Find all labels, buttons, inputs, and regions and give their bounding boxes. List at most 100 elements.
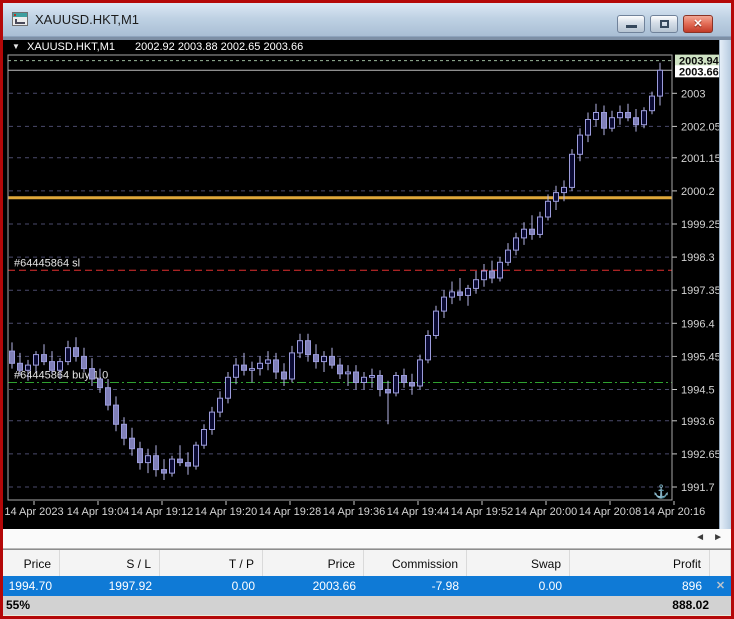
candle-body — [66, 348, 71, 362]
chart-window-icon — [12, 12, 28, 26]
column-header-sl[interactable]: S / L — [60, 550, 160, 576]
time-tick-label: 14 Apr 19:20 — [195, 506, 257, 518]
scroll-left-icon[interactable]: ◄ — [695, 532, 705, 543]
candle-body — [506, 250, 511, 262]
time-axis: 14 Apr 202314 Apr 19:0414 Apr 19:1214 Ap… — [4, 501, 705, 518]
candle-body — [274, 360, 279, 372]
candle-body — [322, 356, 327, 361]
restore-button[interactable] — [650, 15, 678, 33]
candle-body — [658, 70, 663, 96]
price-axis: 20032002.052001.152000.21999.251998.3199… — [672, 88, 720, 494]
candle-body — [482, 271, 487, 280]
candle-body — [346, 372, 351, 374]
candle-body — [562, 187, 567, 192]
column-header-commission[interactable]: Commission — [364, 550, 467, 576]
time-tick-label: 14 Apr 19:28 — [259, 506, 321, 518]
candle-body — [82, 356, 87, 368]
candle-body — [586, 120, 591, 136]
candle-body — [618, 113, 623, 118]
candle-body — [610, 118, 615, 129]
candlestick-chart[interactable]: 20032002.052001.152000.21999.251998.3199… — [3, 40, 720, 529]
candle-body — [130, 438, 135, 449]
candle-body — [138, 449, 143, 463]
candle-body — [634, 118, 639, 125]
column-header-swap[interactable]: Swap — [467, 550, 570, 576]
candle-body — [362, 377, 367, 382]
candle-body — [26, 365, 31, 370]
price-tick-label: 1995.45 — [681, 351, 720, 363]
window-title: XAUUSD.HKT,M1 — [35, 12, 139, 27]
candle-body — [242, 365, 247, 370]
candle-body — [218, 398, 223, 412]
plot-background[interactable] — [8, 55, 672, 500]
close-position-icon[interactable]: ✕ — [710, 576, 731, 596]
restore-icon — [660, 20, 669, 28]
candle-body — [50, 362, 55, 371]
candle-body — [258, 363, 263, 368]
total-profit-label: 888.02 — [672, 598, 709, 612]
candle-body — [234, 365, 239, 377]
column-header-price-open[interactable]: Price — [3, 550, 60, 576]
column-header-empty — [710, 550, 731, 576]
candle-body — [418, 360, 423, 386]
candle-body — [442, 297, 447, 311]
candle-body — [490, 271, 495, 278]
candle-body — [474, 280, 479, 289]
price-tick-label: 2001.15 — [681, 153, 720, 165]
price-tick-label: 1994.5 — [681, 385, 715, 397]
column-header-price-current[interactable]: Price — [263, 550, 364, 576]
candle-body — [170, 459, 175, 473]
candle-body — [314, 355, 319, 362]
candle-body — [290, 353, 295, 379]
time-tick-label: 14 Apr 2023 — [4, 506, 63, 518]
candle-body — [162, 470, 167, 474]
candle-body — [114, 405, 119, 424]
price-tick-label: 1999.25 — [681, 219, 720, 231]
window-buttons: ✕ — [617, 15, 713, 33]
price-tick-label: 1996.4 — [681, 318, 715, 330]
minimize-button[interactable] — [617, 15, 645, 33]
candle-body — [602, 113, 607, 129]
candle-body — [642, 111, 647, 125]
cell-open-price: 1994.70 — [3, 576, 60, 596]
candle-body — [466, 288, 471, 295]
title-bar[interactable]: XAUUSD.HKT,M1 ✕ — [3, 3, 731, 37]
cell-profit: 896 — [570, 576, 710, 596]
close-button[interactable]: ✕ — [683, 15, 713, 33]
candle-body — [210, 412, 215, 429]
candle-body — [146, 456, 151, 463]
cell-current-price: 2003.66 — [263, 576, 364, 596]
candle-body — [106, 388, 111, 405]
scroll-right-icon[interactable]: ► — [713, 532, 723, 543]
candle-body — [522, 229, 527, 238]
candle-body — [570, 154, 575, 187]
candle-body — [250, 369, 255, 371]
icon-chart-mark — [15, 19, 25, 24]
column-header-tp[interactable]: T / P — [160, 550, 263, 576]
chart-anchor-icon[interactable]: ⚓ — [653, 484, 669, 499]
candle-body — [578, 135, 583, 154]
candle-body — [402, 376, 407, 383]
candle-body — [434, 311, 439, 335]
stop-loss-label: #64445864 sl — [14, 257, 80, 269]
price-tick-label: 2002.05 — [681, 121, 720, 133]
bid-price-value: 2003.66 — [679, 66, 719, 78]
candle-body — [426, 336, 431, 360]
trade-table-row[interactable]: 1994.70 1997.92 0.00 2003.66 -7.98 0.00 … — [3, 576, 731, 596]
cell-commission: -7.98 — [364, 576, 467, 596]
horizontal-scrollbar[interactable]: ◄ ► — [3, 529, 731, 549]
trade-table-header: Price S / L T / P Price Commission Swap … — [3, 549, 731, 576]
column-header-profit[interactable]: Profit — [570, 550, 710, 576]
candle-body — [18, 363, 23, 370]
candle-body — [410, 383, 415, 387]
candle-body — [186, 463, 191, 467]
candle-body — [194, 445, 199, 466]
candle-body — [386, 390, 391, 393]
candle-body — [226, 377, 231, 398]
candle-body — [354, 372, 359, 383]
candle-body — [514, 238, 519, 250]
price-tick-label: 1992.65 — [681, 449, 720, 461]
cell-take-profit: 0.00 — [160, 576, 263, 596]
time-tick-label: 14 Apr 19:36 — [323, 506, 385, 518]
candle-body — [538, 217, 543, 234]
